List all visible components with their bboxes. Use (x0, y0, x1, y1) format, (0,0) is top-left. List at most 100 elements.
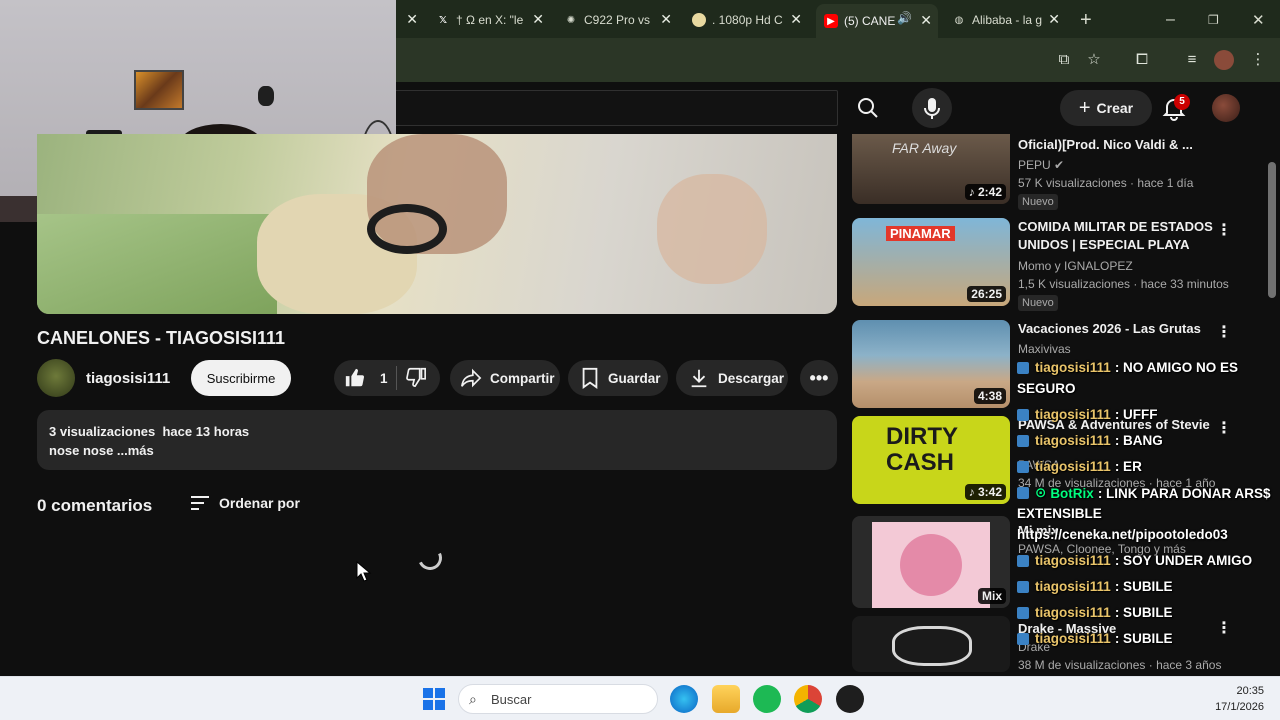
close-icon[interactable]: ✕ (532, 11, 544, 28)
description-box[interactable]: 3 visualizaciones hace 13 horas nose nos… (37, 410, 837, 470)
video-thumbnail[interactable]: Mix (852, 516, 1010, 608)
youtube-header: + Crear 5 (396, 82, 1280, 134)
tab-label: (5) CANE (844, 14, 896, 28)
channel-name: Momo y IGNALOPEZ (1018, 259, 1133, 273)
more-vert-icon[interactable]: ⋮ (1216, 618, 1232, 638)
voice-search-button[interactable] (912, 88, 952, 128)
media-control-icon[interactable]: ≡ (1182, 50, 1202, 70)
webcam-icon (692, 13, 706, 27)
save-button[interactable]: Guardar (568, 360, 668, 396)
twitch-icon (1017, 460, 1029, 473)
system-clock[interactable]: 20:35 17/1/2026 (1215, 683, 1264, 715)
sort-comments-button[interactable]: Ordenar por (189, 494, 300, 512)
plus-icon: + (1078, 96, 1091, 119)
browser-toolbar: ⧉ ☆ ⧠ ≡ ⋮ (396, 38, 1280, 82)
tab-label: . 1080p Hd C (712, 13, 783, 27)
close-icon[interactable]: ✕ (790, 11, 802, 28)
restore-button[interactable]: ❐ (1208, 6, 1224, 34)
create-button[interactable]: + Crear (1060, 90, 1152, 126)
video-thumbnail[interactable]: PINAMAR 26:25 (852, 218, 1010, 306)
chat-message: EXTENSIBLE (1017, 506, 1102, 521)
tab-label: † Ω en X: "le (456, 13, 524, 27)
like-dislike-group: 1 (334, 360, 440, 396)
video-title: Vacaciones 2026 - Las Grutas (1018, 321, 1201, 336)
close-icon[interactable]: ✕ (1048, 11, 1060, 28)
thumbnail-text: PINAMAR (886, 226, 955, 241)
channel-name[interactable]: tiagosisi111 (86, 370, 170, 387)
search-icon (858, 98, 878, 118)
thumbs-down-icon (405, 367, 426, 387)
account-avatar[interactable] (1212, 94, 1240, 122)
tab-c922[interactable]: ✺ C922 Pro vs ✕ (564, 6, 674, 34)
new-badge: Nuevo (1018, 194, 1058, 210)
duration-badge: ♪ 3:42 (964, 484, 1006, 500)
video-thumbnail[interactable]: DIRTY CASH ♪ 3:42 (852, 416, 1010, 504)
search-input[interactable] (396, 90, 838, 126)
spotify-icon[interactable] (753, 685, 781, 713)
install-app-icon[interactable]: ⧉ (1054, 50, 1074, 70)
channel-avatar[interactable] (37, 359, 75, 397)
close-icon[interactable]: ✕ (660, 11, 672, 28)
bookmark-star-icon[interactable]: ☆ (1084, 50, 1104, 70)
file-explorer-icon[interactable] (712, 685, 740, 713)
subscribe-button[interactable]: Suscribirme (191, 360, 291, 396)
extensions-icon[interactable]: ⧠ (1132, 50, 1152, 70)
new-tab-button[interactable]: + (1080, 6, 1100, 34)
chat-message: tiagosisi111: SUBILE (1017, 631, 1173, 646)
speaker-icon[interactable]: 🔊 (897, 11, 912, 25)
download-button[interactable]: Descargar (676, 360, 788, 396)
share-button[interactable]: Compartir (450, 360, 560, 396)
dislike-button[interactable] (405, 366, 435, 391)
channel-name: Maxivivas (1018, 342, 1071, 356)
obs-icon[interactable] (836, 685, 864, 713)
download-label: Descargar (718, 370, 785, 386)
browser-tab-bar: ✕ 𝕏 † Ω en X: "le ✕ ✺ C922 Pro vs ✕ . 10… (396, 0, 1280, 38)
tab-alibaba[interactable]: ◍ Alibaba - la g ✕ (952, 6, 1062, 34)
tab-label: Alibaba - la g (972, 13, 1043, 27)
chat-message: tiagosisi111: NO AMIGO NO ES (1017, 360, 1238, 375)
video-thumbnail[interactable]: FAR Away ♪ 2:42 (852, 134, 1010, 204)
tab-youtube[interactable]: ▶ (5) CANE 🔊 ✕ (816, 4, 938, 38)
more-vert-icon[interactable]: ⋮ (1216, 418, 1232, 438)
chrome-icon[interactable] (794, 685, 822, 713)
notification-badge: 5 (1174, 94, 1190, 110)
close-icon[interactable]: ✕ (406, 11, 418, 28)
create-label: Crear (1096, 100, 1134, 116)
minimize-button[interactable]: – (1166, 6, 1180, 34)
twitch-icon (1017, 487, 1029, 499)
more-vert-icon[interactable]: ⋮ (1216, 322, 1232, 342)
bookmark-icon (582, 367, 598, 389)
like-count: 1 (380, 370, 388, 386)
save-label: Guardar (608, 370, 661, 386)
tab-partial[interactable]: ✕ (400, 6, 420, 34)
channel-name: PEPU ✔ (1018, 158, 1065, 172)
more-horizontal-icon: ••• (809, 367, 829, 388)
chat-message: tiagosisi111: SUBILE (1017, 579, 1173, 594)
edge-browser-icon[interactable] (670, 685, 698, 713)
search-button[interactable] (848, 90, 888, 126)
tab-x[interactable]: 𝕏 † Ω en X: "le ✕ (436, 6, 546, 34)
recommendation-item[interactable]: FAR Away ♪ 2:42 Oficial)[Prod. Nico Vald… (852, 134, 1262, 214)
video-thumbnail[interactable] (852, 616, 1010, 672)
browser-menu-icon[interactable]: ⋮ (1248, 50, 1268, 70)
like-button[interactable]: 1 (344, 367, 388, 389)
video-meta: 1,5 K visualizaciones · hace 33 minutos (1018, 277, 1229, 291)
tab-1080p[interactable]: . 1080p Hd C ✕ (692, 6, 804, 34)
close-icon[interactable]: ✕ (920, 12, 932, 29)
scrollbar-thumb[interactable] (1268, 162, 1276, 298)
more-actions-button[interactable]: ••• (800, 360, 838, 396)
more-vert-icon[interactable]: ⋮ (1216, 220, 1232, 240)
windows-logo-icon (423, 688, 445, 710)
taskbar-search-input[interactable]: ⌕ Buscar (458, 684, 658, 714)
duration-badge: 4:38 (973, 388, 1006, 404)
window-close-button[interactable]: ✕ (1252, 6, 1268, 34)
video-thumbnail[interactable]: 4:38 (852, 320, 1010, 408)
sort-icon (191, 496, 209, 510)
chat-message: tiagosisi111: SUBILE (1017, 605, 1173, 620)
verified-icon: ⊙ (1035, 485, 1047, 500)
video-title: CANELONES - TIAGOSISI111 (37, 328, 286, 348)
recommendation-item[interactable]: PINAMAR 26:25 COMIDA MILITAR DE ESTADOS … (852, 218, 1262, 311)
windows-start-button[interactable] (420, 685, 448, 713)
video-player[interactable] (37, 134, 837, 314)
profile-avatar[interactable] (1214, 50, 1234, 70)
